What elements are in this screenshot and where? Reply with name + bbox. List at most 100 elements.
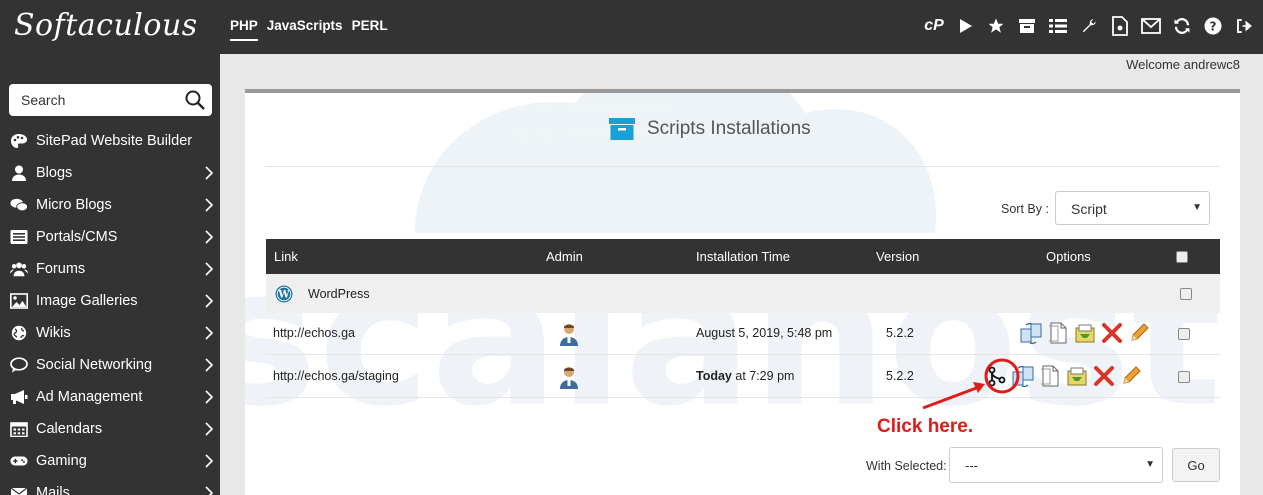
search-icon[interactable] xyxy=(184,89,206,111)
column-header-installation-time[interactable]: Installation Time xyxy=(696,249,790,264)
megaphone-icon xyxy=(9,389,29,405)
admin-user-icon[interactable] xyxy=(559,366,579,390)
edit-pencil-icon[interactable] xyxy=(1120,365,1142,387)
palette-icon xyxy=(9,133,29,149)
sidebar-item-social-networking[interactable]: Social Networking xyxy=(0,349,220,381)
sidebar-item-calendars[interactable]: Calendars xyxy=(0,413,220,445)
column-header-version[interactable]: Version xyxy=(876,249,919,264)
chevron-right-icon xyxy=(205,390,214,404)
installation-version: 5.2.2 xyxy=(886,369,914,383)
top-icons: cP ? xyxy=(923,14,1255,38)
installation-link[interactable]: http://echos.ga xyxy=(273,326,355,340)
with-selected-select[interactable]: --- ▼ xyxy=(949,447,1163,483)
logout-icon[interactable] xyxy=(1233,14,1255,38)
sidebar-item-label: Forums xyxy=(36,261,86,277)
sidebar-item-label: Calendars xyxy=(36,421,103,437)
wrench-icon[interactable] xyxy=(1078,14,1100,38)
installation-time: August 5, 2019, 5:48 pm xyxy=(696,326,833,340)
backup-file-icon[interactable] xyxy=(1039,365,1061,387)
sidebar-item-image-galleries[interactable]: Image Galleries xyxy=(0,285,220,317)
sidebar-item-forums[interactable]: Forums xyxy=(0,253,220,285)
list-icon[interactable] xyxy=(1047,14,1069,38)
search-box[interactable]: Search xyxy=(9,84,212,116)
file-icon[interactable] xyxy=(1109,14,1131,38)
tab-javascripts[interactable]: JavaScripts xyxy=(267,18,343,41)
installation-link[interactable]: http://echos.ga/staging xyxy=(273,369,399,383)
table-header: Link Admin Installation Time Version Opt… xyxy=(266,239,1220,274)
sort-select-value: Script xyxy=(1071,201,1107,217)
sidebar-item-label: Gaming xyxy=(36,453,87,469)
divider xyxy=(265,166,1220,167)
top-nav: PHP JavaScripts PERL xyxy=(230,18,388,41)
sidebar-item-label: Blogs xyxy=(36,165,73,181)
delete-icon[interactable] xyxy=(1101,322,1123,344)
annotation-text: Click here. xyxy=(877,416,974,437)
chevron-right-icon xyxy=(205,294,214,308)
sidebar-item-sitepad[interactable]: SitePad Website Builder xyxy=(0,125,220,157)
sidebar-item-label: Micro Blogs xyxy=(36,197,112,213)
chevron-right-icon xyxy=(205,422,214,436)
row-checkbox[interactable] xyxy=(1178,371,1190,383)
chevron-right-icon xyxy=(205,166,214,180)
import-icon[interactable] xyxy=(1066,365,1088,387)
chevron-right-icon xyxy=(205,454,214,468)
sidebar-item-gaming[interactable]: Gaming xyxy=(0,445,220,477)
sort-select[interactable]: Script ▼ xyxy=(1055,191,1210,225)
comment-icon xyxy=(9,357,29,373)
wordpress-icon: W xyxy=(275,285,293,303)
row-checkbox[interactable] xyxy=(1178,328,1190,340)
tab-php[interactable]: PHP xyxy=(230,18,258,41)
go-button[interactable]: Go xyxy=(1172,448,1220,482)
tab-perl[interactable]: PERL xyxy=(352,18,388,41)
archive-icon xyxy=(609,118,635,140)
chevron-right-icon xyxy=(205,358,214,372)
sidebar-item-mails[interactable]: Mails xyxy=(0,477,220,495)
import-icon[interactable] xyxy=(1074,322,1096,344)
refresh-icon[interactable] xyxy=(1171,14,1193,38)
installation-time: Today at 7:29 pm xyxy=(696,369,795,383)
group-row: W WordPress xyxy=(266,274,1220,313)
users-icon xyxy=(9,261,29,277)
admin-user-icon[interactable] xyxy=(559,323,579,347)
mail-icon[interactable] xyxy=(1140,14,1162,38)
help-icon[interactable]: ? xyxy=(1202,14,1224,38)
backup-file-icon[interactable] xyxy=(1047,322,1069,344)
clone-icon[interactable] xyxy=(1020,322,1042,344)
page-title: Scripts Installations xyxy=(647,118,811,139)
globe-icon xyxy=(9,325,29,341)
sidebar-item-label: Mails xyxy=(36,485,70,495)
sidebar-item-label: Social Networking xyxy=(36,357,153,373)
delete-icon[interactable] xyxy=(1093,365,1115,387)
user-icon xyxy=(9,165,29,181)
play-icon[interactable] xyxy=(954,14,976,38)
softaculous-logo[interactable]: Softaculous xyxy=(14,8,198,43)
chevron-right-icon xyxy=(205,326,214,340)
sidebar-item-ad-management[interactable]: Ad Management xyxy=(0,381,220,413)
cpanel-icon[interactable]: cP xyxy=(923,14,945,38)
with-selected-value: --- xyxy=(965,458,978,473)
sort-label: Sort By : xyxy=(1001,202,1049,216)
table-row: http://echos.ga/staging Today at 7:29 pm… xyxy=(266,356,1220,398)
list-box-icon xyxy=(9,229,29,245)
chat-icon xyxy=(9,197,29,213)
sidebar: Search SitePad Website Builder Blogs Mic… xyxy=(0,54,220,495)
sidebar-item-label: Image Galleries xyxy=(36,293,138,309)
sidebar-item-blogs[interactable]: Blogs xyxy=(0,157,220,189)
group-checkbox[interactable] xyxy=(1180,288,1192,300)
sidebar-item-micro-blogs[interactable]: Micro Blogs xyxy=(0,189,220,221)
sidebar-item-wikis[interactable]: Wikis xyxy=(0,317,220,349)
edit-pencil-icon[interactable] xyxy=(1128,322,1150,344)
star-icon[interactable] xyxy=(985,14,1007,38)
gamepad-icon xyxy=(9,453,29,469)
sidebar-item-label: SitePad Website Builder xyxy=(36,133,193,149)
sidebar-item-portals-cms[interactable]: Portals/CMS xyxy=(0,221,220,253)
select-all-checkbox[interactable] xyxy=(1176,251,1188,263)
archive-icon[interactable] xyxy=(1016,14,1038,38)
caret-down-icon: ▼ xyxy=(1192,202,1202,213)
search-input[interactable]: Search xyxy=(21,92,65,108)
installation-version: 5.2.2 xyxy=(886,326,914,340)
chevron-right-icon xyxy=(205,486,214,495)
sidebar-item-label: Wikis xyxy=(36,325,71,341)
row-options xyxy=(1020,322,1150,344)
column-header-link[interactable]: Link xyxy=(274,249,298,264)
